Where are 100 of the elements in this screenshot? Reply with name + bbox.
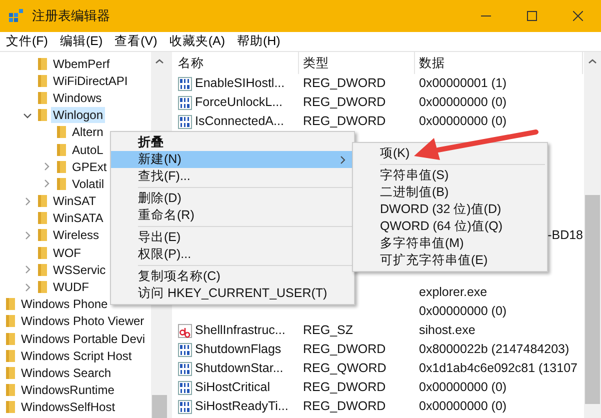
- tree-item[interactable]: WiFiDirectAPI: [51, 72, 130, 89]
- tree-item[interactable]: Windows Phone: [19, 296, 110, 312]
- value-type: REG_DWORD: [303, 114, 386, 128]
- folder-icon: [6, 400, 15, 414]
- scrollbar[interactable]: [584, 52, 601, 418]
- value-type: REG_DWORD: [303, 342, 386, 356]
- tree-item[interactable]: Wireless: [51, 227, 102, 244]
- folder-icon: [38, 211, 47, 226]
- tree-item[interactable]: Windows Script Host: [19, 348, 134, 364]
- value-data: 0x00000000 (0): [419, 95, 507, 110]
- menu-item[interactable]: QWORD (64 位)值(Q): [353, 218, 547, 235]
- menu-item[interactable]: 查看(V): [108, 32, 164, 51]
- folder-icon: [38, 108, 47, 122]
- folder-icon: [38, 228, 47, 242]
- value-data: sihost.exe: [419, 323, 476, 338]
- tree-item[interactable]: Winlogon: [51, 107, 106, 124]
- menu-item[interactable]: 字符串值(S): [353, 167, 547, 184]
- value-name[interactable]: EnableSIHostl...: [195, 74, 285, 93]
- menu-item[interactable]: 二进制值(B): [353, 184, 547, 201]
- folder-icon: [6, 314, 15, 328]
- folder-icon: [57, 125, 66, 140]
- menu-item[interactable]: 收藏夹(A): [163, 32, 231, 51]
- tree-item[interactable]: WbemPerf: [51, 56, 112, 72]
- tree-item[interactable]: Windows Photo Viewer: [19, 313, 146, 330]
- folder-icon: [6, 383, 15, 398]
- menu-item[interactable]: 新建(N): [111, 151, 354, 168]
- value-type: REG_SZ: [303, 323, 354, 338]
- menu-item[interactable]: DWORD (32 位)值(D): [353, 201, 547, 218]
- tree-item[interactable]: WSServic: [51, 262, 108, 278]
- tree-item[interactable]: Windows Portable Devi: [19, 330, 148, 347]
- value-type: REG_DWORD: [303, 95, 386, 110]
- binary-value-icon: [178, 380, 192, 394]
- scrollbar-thumb[interactable]: [152, 395, 167, 418]
- menu-item[interactable]: 权限(P)...: [111, 246, 354, 263]
- tree-item[interactable]: AutoL: [70, 142, 106, 158]
- tree-item[interactable]: Windows: [51, 90, 104, 106]
- tree-item[interactable]: WinSATA: [51, 210, 106, 226]
- menu-item[interactable]: 复制项名称(C): [111, 268, 354, 285]
- menu-item[interactable]: 重命名(R): [111, 207, 354, 224]
- collapse-icon[interactable]: [22, 110, 32, 120]
- value-name[interactable]: ForceUnlockL...: [195, 93, 283, 112]
- maximize-icon: [527, 11, 537, 21]
- menu-item[interactable]: 编辑(E): [54, 32, 109, 51]
- window-title: 注册表编辑器: [32, 7, 110, 26]
- menu-item[interactable]: 访问 HKEY_CURRENT_USER(T): [111, 285, 354, 302]
- folder-icon: [57, 142, 66, 157]
- binary-value-icon: [178, 114, 192, 128]
- value-data: 0x00000001 (1): [419, 76, 507, 90]
- value-name[interactable]: ShutdownFlags: [195, 340, 282, 359]
- value-type: REG_DWORD: [303, 399, 386, 414]
- value-type: REG_QWORD: [303, 361, 386, 376]
- expand-icon[interactable]: [22, 265, 32, 274]
- column-header[interactable]: 数据: [415, 52, 583, 74]
- tree-item[interactable]: GPExt: [70, 158, 109, 175]
- value-name[interactable]: ShutdownStar...: [195, 359, 284, 378]
- menu-item[interactable]: 折叠: [111, 134, 354, 151]
- value-name[interactable]: SiHostReadyTi...: [195, 397, 288, 416]
- menu-item[interactable]: 查找(F)...: [111, 168, 354, 185]
- tree-item[interactable]: WindowsRuntime: [19, 382, 116, 398]
- expand-icon[interactable]: [42, 162, 50, 172]
- tree-item[interactable]: WinSAT: [51, 193, 98, 210]
- tree-item[interactable]: Altern: [70, 124, 106, 140]
- folder-icon: [6, 366, 15, 380]
- tree-item[interactable]: Volatil: [70, 176, 106, 192]
- value-data: 0x00000000 (0): [419, 114, 507, 128]
- folder-icon: [38, 246, 47, 260]
- folder-icon: [38, 56, 47, 71]
- menu-item[interactable]: 文件(F): [0, 32, 54, 51]
- tree-item[interactable]: WindowsSelfHost: [19, 399, 118, 416]
- expand-icon[interactable]: [42, 179, 50, 188]
- binary-value-icon: [178, 362, 192, 376]
- tree-item[interactable]: WUDF: [51, 279, 91, 296]
- column-header[interactable]: 名称: [172, 52, 299, 74]
- scrollbar-thumb[interactable]: [585, 195, 600, 404]
- menu-item[interactable]: 项(K): [353, 145, 547, 162]
- binary-value-icon: [178, 400, 192, 414]
- value-data: 0x00000000 (0): [419, 380, 507, 394]
- expand-icon[interactable]: [22, 282, 32, 292]
- menu-item[interactable]: 删除(D): [111, 190, 354, 207]
- expand-icon[interactable]: [22, 230, 32, 240]
- value-type: REG_DWORD: [303, 380, 386, 394]
- value-name[interactable]: SiHostCritical: [195, 378, 270, 397]
- tree-item[interactable]: WOF: [51, 244, 83, 261]
- value-data: 0x00000000 (0): [419, 399, 507, 414]
- menu-item[interactable]: 帮助(H): [230, 32, 286, 51]
- value-data: -BD18: [548, 228, 583, 242]
- folder-icon: [6, 297, 15, 312]
- menu-item[interactable]: 多字符串值(M): [353, 235, 547, 252]
- value-data: explorer.exe: [419, 285, 488, 300]
- value-name[interactable]: ShellInfrastruc...: [195, 321, 286, 340]
- expand-icon[interactable]: [22, 196, 32, 206]
- menu-item[interactable]: 可扩充字符串值(E): [353, 252, 547, 269]
- tree-item[interactable]: Windows Search: [19, 364, 114, 381]
- value-name[interactable]: IsConnectedA...: [195, 112, 284, 131]
- binary-value-icon: [178, 96, 192, 110]
- value-data: 0x8000022b (2147484203): [419, 342, 570, 356]
- folder-icon: [57, 176, 66, 191]
- folder-icon: [38, 262, 47, 277]
- menu-item[interactable]: 导出(E): [111, 229, 354, 246]
- column-header[interactable]: 类型: [299, 52, 415, 74]
